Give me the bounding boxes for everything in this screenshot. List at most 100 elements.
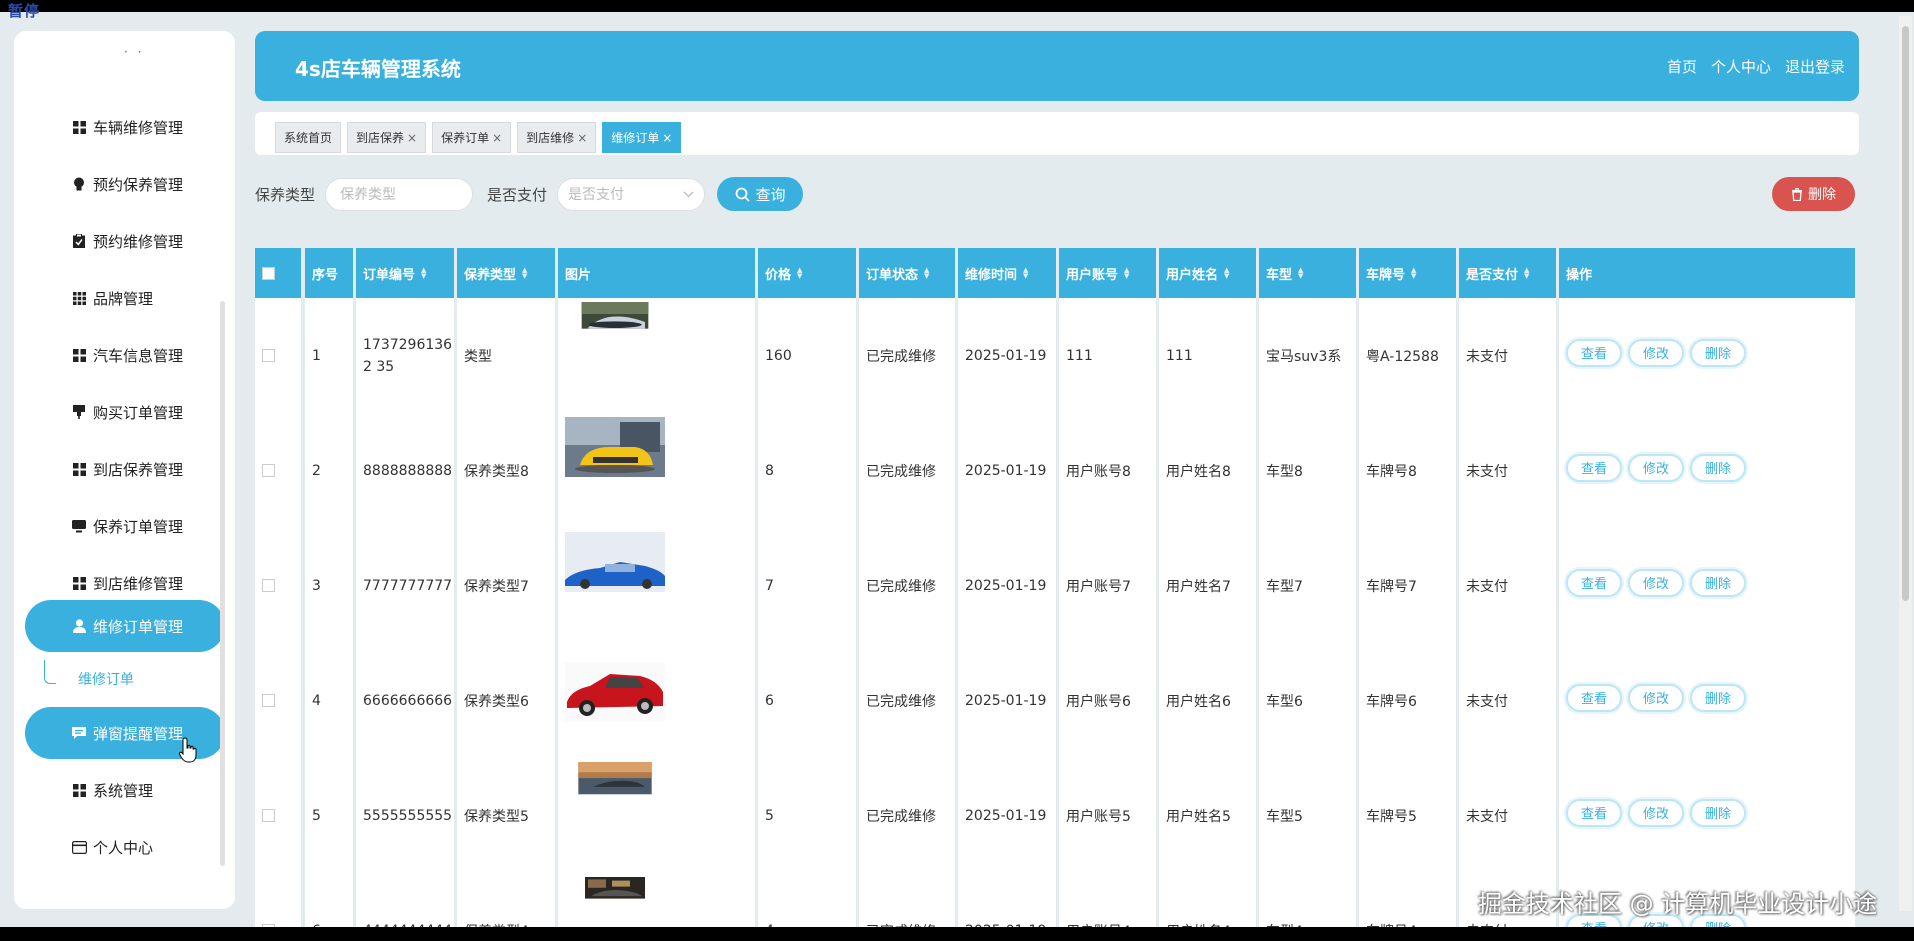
batch-delete-button[interactable]: 删除 [1772,177,1855,211]
page-scrollbar[interactable] [1899,16,1912,911]
edit-button[interactable]: 修改 [1628,798,1684,827]
sidebar-subitem-repair-order[interactable]: 维修订单 [44,660,134,697]
car-thumbnail-image[interactable] [565,657,665,727]
sidebar-item-repair-order[interactable]: 维修订单管理 [25,600,225,652]
sidebar-item-brand[interactable]: 品牌管理 [25,272,225,324]
tab-maintenance-order[interactable]: 保养订单 × [432,122,512,153]
view-button[interactable]: 查看 [1566,683,1622,712]
car-thumbnail-image[interactable] [565,532,665,592]
sidebar-item-label: 到店保养管理 [93,460,184,479]
table-header: 序号 订单编号 ▲ ▼ 保养类型 ▲ ▼ 图片 价格 ▲ ▼ 订单状态 ▲ ▼ 维修时间 ▲ ▼ 用… [255,248,1855,298]
delete-button[interactable]: 删除 [1690,338,1746,367]
row-checkbox[interactable] [262,349,275,362]
edit-button[interactable]: 修改 [1628,683,1684,712]
edit-button[interactable]: 修改 [1628,338,1684,367]
header-links: 首页 个人中心 退出登录 [1667,56,1845,77]
close-icon[interactable]: × [662,131,672,145]
view-button[interactable]: 查看 [1566,453,1622,482]
tab-repair-order[interactable]: 维修订单 × [602,122,682,153]
edit-button[interactable]: 修改 [1628,568,1684,597]
tab-home[interactable]: 系统首页 [275,122,342,153]
cell-image [558,873,755,927]
column-header[interactable]: 是否支付 ▲ ▼ [1459,248,1556,298]
logout-link[interactable]: 退出登录 [1785,56,1845,77]
tab-store-repair[interactable]: 到店维修 × [517,122,597,153]
sidebar-item-repair-booking[interactable]: 预约维修管理 [25,215,225,267]
edit-button[interactable]: 修改 [1628,453,1684,482]
sidebar-item-store-maintenance[interactable]: 到店保养管理 [25,443,225,495]
type-filter-input[interactable]: 保养类型 [325,177,474,211]
close-icon[interactable]: × [492,131,502,145]
column-label: 维修时间 [965,267,1018,283]
cell-time: 2025-01-19 [958,643,1056,758]
page-scrollbar-thumb[interactable] [1902,26,1909,601]
cell-model: 车型6 [1259,643,1356,758]
query-button[interactable]: 查询 [717,177,804,211]
sidebar-item-purchase-order[interactable]: 购买订单管理 [25,386,225,438]
grid-icon [71,119,87,135]
car-thumbnail-image[interactable] [565,762,665,806]
cell-no: 5 [305,758,353,873]
personal-center-link[interactable]: 个人中心 [1711,56,1771,77]
sort-icon: ▲ ▼ [1124,266,1130,280]
cell-type: 保养类型8 [457,413,555,528]
monitor-icon [71,518,87,534]
close-icon[interactable]: × [407,131,417,145]
delete-button[interactable]: 删除 [1690,683,1746,712]
car-thumbnail-image[interactable] [565,302,665,342]
row-checkbox[interactable] [262,809,275,822]
paid-filter-select[interactable]: 是否支付 [557,177,706,211]
select-all-checkbox[interactable] [262,266,275,280]
column-header[interactable]: 车牌号 ▲ ▼ [1359,248,1456,298]
tab-label: 维修订单 [611,131,660,145]
sidebar-item-maintenance-order[interactable]: 保养订单管理 [25,500,225,552]
sidebar-item-maintenance-booking[interactable]: 预约保养管理 [25,158,225,210]
sidebar-item-label: 到店维修管理 [93,574,184,593]
row-checkbox[interactable] [262,694,275,707]
grid-icon [71,461,87,477]
cell-account: 111 [1059,298,1156,413]
tree-line [44,660,56,684]
row-checkbox[interactable] [262,579,275,592]
home-link[interactable]: 首页 [1667,56,1697,77]
sidebar-item-car-info[interactable]: 汽车信息管理 [25,329,225,381]
select-all-cell [255,248,301,298]
sidebar: · · 车辆维修管理 预约保养管理 预约维修管理 品牌管理 汽车信息管理 购买订… [14,31,235,909]
sidebar-item-vehicle-repair[interactable]: 车辆维修管理 [25,101,225,153]
column-header[interactable]: 维修时间 ▲ ▼ [958,248,1056,298]
car-thumbnail-image[interactable] [565,877,665,913]
column-header[interactable]: 车型 ▲ ▼ [1259,248,1356,298]
sidebar-scrollbar[interactable] [220,301,225,866]
column-label: 价格 [765,267,792,283]
sidebar-item-system[interactable]: 系统管理 [25,764,225,816]
view-button[interactable]: 查看 [1566,798,1622,827]
column-header[interactable]: 订单编号 ▲ ▼ [356,248,454,298]
pause-label: 暂停 [8,2,41,20]
row-checkbox[interactable] [262,924,275,927]
column-label: 车牌号 [1366,267,1406,283]
delete-button[interactable]: 删除 [1690,453,1746,482]
sort-icon: ▲ ▼ [522,266,528,280]
column-header[interactable]: 保养类型 ▲ ▼ [457,248,555,298]
cell-actions: 查看 修改 删除 [1559,643,1855,758]
column-header[interactable]: 用户账号 ▲ ▼ [1059,248,1156,298]
sort-icon: ▲ ▼ [1224,266,1230,280]
delete-button[interactable]: 删除 [1690,798,1746,827]
view-button[interactable]: 查看 [1566,338,1622,367]
tab-store-maintenance[interactable]: 到店保养 × [347,122,427,153]
column-header[interactable]: 订单状态 ▲ ▼ [859,248,955,298]
car-thumbnail-image[interactable] [565,417,665,477]
view-button[interactable]: 查看 [1566,568,1622,597]
close-icon[interactable]: × [577,131,587,145]
column-header[interactable]: 价格 ▲ ▼ [758,248,856,298]
column-header[interactable]: 用户姓名 ▲ ▼ [1159,248,1256,298]
table-row: 1 17372961362 35 类型 160 已完成维修 2025-01-19… [255,298,1855,413]
cell-model: 车型8 [1259,413,1356,528]
sort-icon: ▲ ▼ [924,266,930,280]
cell-paid: 未支付 [1459,298,1556,413]
row-checkbox[interactable] [262,464,275,477]
cell-status: 已完成维修 [859,413,955,528]
delete-button[interactable]: 删除 [1690,568,1746,597]
cell-order: 8888888888 [356,413,454,528]
sidebar-item-personal-center[interactable]: 个人中心 [25,821,225,873]
